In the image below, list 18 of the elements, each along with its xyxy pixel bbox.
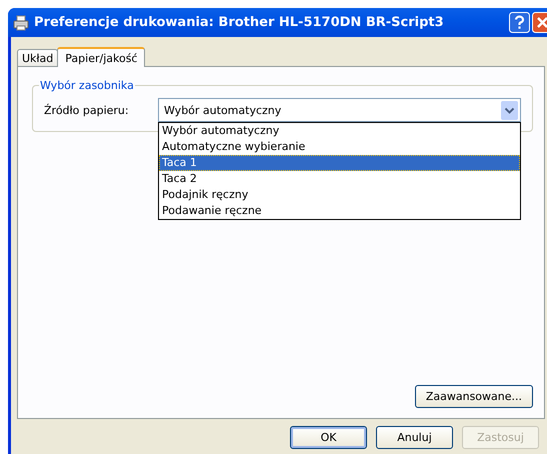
chevron-icon <box>501 100 518 120</box>
tab[interactable]: Układ <box>17 49 58 66</box>
advanced-button[interactable]: Zaawansowane... <box>414 385 533 408</box>
dropdown-option[interactable]: Taca 1 <box>159 155 520 171</box>
dropdown-option[interactable]: Automatyczne wybieranie <box>159 139 520 155</box>
dialog-button[interactable]: Anuluj <box>376 426 453 449</box>
printer-icon <box>13 14 29 30</box>
close-icon[interactable] <box>532 12 547 33</box>
window-title: Preferencje drukowania: Brother HL-5170DN BR-Script3 <box>34 15 444 30</box>
tab[interactable]: Papier/jakość <box>57 47 146 67</box>
help-icon[interactable] <box>509 12 530 33</box>
dropdown-option[interactable]: Wybór automatyczny <box>159 123 520 139</box>
field-label: Źródło papieru: <box>44 104 130 116</box>
dropdown-option[interactable]: Taca 2 <box>159 171 520 187</box>
dropdown-option[interactable]: Podajnik ręczny <box>159 187 520 203</box>
dropdown-option[interactable]: Podawanie ręczne <box>159 203 520 219</box>
group-title: Wybór zasobnika <box>39 79 135 92</box>
dialog-button[interactable]: OK <box>290 426 367 449</box>
